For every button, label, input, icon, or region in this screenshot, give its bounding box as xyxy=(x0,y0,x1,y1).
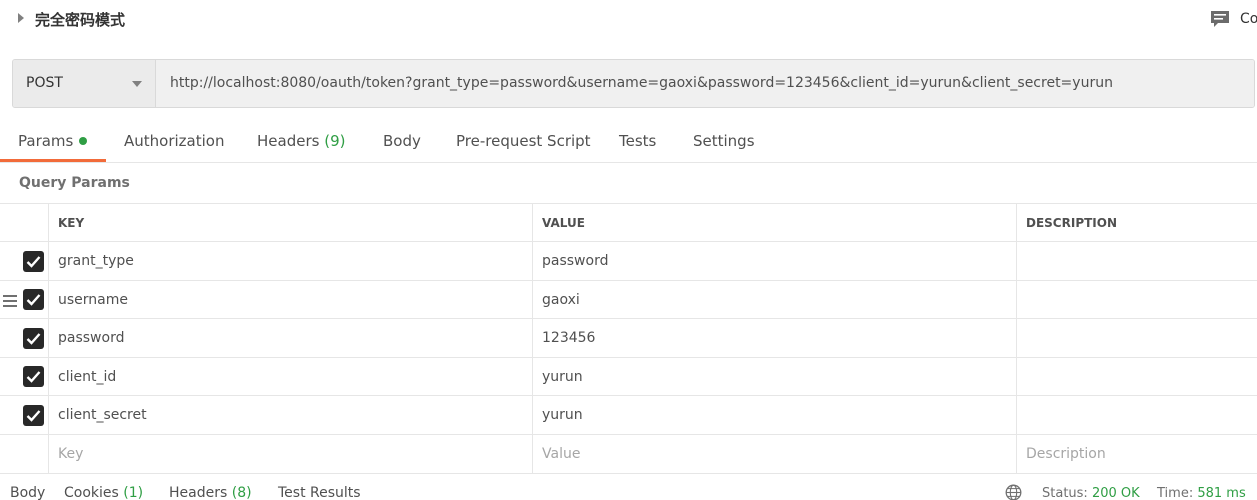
row-checkbox[interactable] xyxy=(23,405,44,426)
tab-label: Body xyxy=(383,132,421,150)
request-url-bar: POST http://localhost:8080/oauth/token?g… xyxy=(12,59,1255,108)
param-value-cell[interactable]: 123456 xyxy=(532,319,1017,357)
time-label: Time: xyxy=(1157,486,1194,500)
param-description-cell[interactable] xyxy=(1016,358,1257,395)
query-params-title: Query Params xyxy=(19,175,130,191)
params-active-dot xyxy=(79,137,88,145)
param-value-cell[interactable]: password xyxy=(532,242,1017,280)
param-key-cell[interactable]: grant_type xyxy=(48,242,533,280)
new-key-input[interactable]: Key xyxy=(48,435,533,473)
tab-label: Authorization xyxy=(124,132,225,150)
tab-label: Pre-request Script xyxy=(456,132,591,150)
tab-body[interactable]: Body xyxy=(383,132,421,150)
tab-label: Test Results xyxy=(278,485,361,500)
tab-label: Tests xyxy=(619,132,657,150)
table-header-row: KEY VALUE DESCRIPTION xyxy=(0,203,1257,241)
param-value-cell[interactable]: gaoxi xyxy=(532,281,1017,318)
drag-handle-icon[interactable] xyxy=(3,295,17,307)
response-tab-body[interactable]: Body xyxy=(10,485,45,500)
checkmark-icon xyxy=(26,410,41,422)
tab-headers[interactable]: Headers (9) xyxy=(257,132,345,150)
param-value-cell[interactable]: yurun xyxy=(532,396,1017,434)
checkmark-icon xyxy=(26,333,41,345)
tab-label: Cookies xyxy=(64,485,119,500)
tab-count: (1) xyxy=(123,485,144,500)
table-row: password 123456 xyxy=(0,318,1257,357)
tab-label: Headers xyxy=(169,485,228,500)
tab-params[interactable]: Params xyxy=(18,132,88,150)
param-key-cell[interactable]: client_secret xyxy=(48,396,533,434)
tab-label: Settings xyxy=(693,132,755,150)
param-key-cell[interactable]: client_id xyxy=(48,358,533,395)
tab-count: (8) xyxy=(231,485,252,500)
comments-label[interactable]: Co xyxy=(1240,11,1257,27)
method-select[interactable]: POST xyxy=(13,60,156,107)
tab-count: (9) xyxy=(324,132,346,150)
column-header-value: VALUE xyxy=(532,204,1017,241)
checkmark-icon xyxy=(26,371,41,383)
param-key-cell[interactable]: username xyxy=(48,281,533,318)
time-value: 581 ms xyxy=(1197,486,1246,500)
column-header-description: DESCRIPTION xyxy=(1016,204,1257,241)
status-label: Status: xyxy=(1042,486,1088,500)
tab-label: Params xyxy=(18,132,74,150)
param-value-cell[interactable]: yurun xyxy=(532,358,1017,395)
param-description-cell[interactable] xyxy=(1016,396,1257,434)
tab-tests[interactable]: Tests xyxy=(619,132,656,150)
caret-right-icon[interactable] xyxy=(18,13,24,23)
request-tabs: Params Authorization Headers (9) Body Pr… xyxy=(0,122,1257,163)
active-tab-indicator xyxy=(0,159,106,162)
table-row: grant_type password xyxy=(0,241,1257,280)
table-row: username gaoxi xyxy=(0,280,1257,318)
request-name[interactable]: 完全密码模式 xyxy=(35,9,125,30)
response-status: Status: 200 OK xyxy=(1042,486,1140,500)
new-description-input[interactable]: Description xyxy=(1016,435,1257,473)
row-checkbox[interactable] xyxy=(23,328,44,349)
param-description-cell[interactable] xyxy=(1016,319,1257,357)
tab-settings[interactable]: Settings xyxy=(693,132,755,150)
checkmark-icon xyxy=(26,294,41,306)
status-value: 200 OK xyxy=(1091,486,1140,500)
table-row: client_id yurun xyxy=(0,357,1257,395)
param-key-cell[interactable]: password xyxy=(48,319,533,357)
url-input[interactable]: http://localhost:8080/oauth/token?grant_… xyxy=(157,60,1254,107)
param-description-cell[interactable] xyxy=(1016,281,1257,318)
tab-label: Headers xyxy=(257,132,320,150)
response-tab-test-results[interactable]: Test Results xyxy=(278,485,361,500)
new-value-input[interactable]: Value xyxy=(532,435,1017,473)
param-description-cell[interactable] xyxy=(1016,242,1257,280)
method-label: POST xyxy=(26,75,63,91)
column-header-key: KEY xyxy=(48,204,533,241)
request-title-bar: 完全密码模式 Co xyxy=(0,0,1257,40)
row-checkbox[interactable] xyxy=(23,251,44,272)
checkmark-icon xyxy=(26,256,41,268)
comments-icon[interactable] xyxy=(1210,10,1230,28)
row-checkbox[interactable] xyxy=(23,289,44,310)
table-row-new: Key Value Description xyxy=(0,434,1257,473)
tab-authorization[interactable]: Authorization xyxy=(124,132,224,150)
response-tab-cookies[interactable]: Cookies (1) xyxy=(64,485,143,500)
tab-label: Body xyxy=(10,485,46,500)
response-tabs: Body Cookies (1) Headers (8) Test Result… xyxy=(0,473,1257,500)
tab-pre-request-script[interactable]: Pre-request Script xyxy=(456,132,591,150)
response-time: Time: 581 ms xyxy=(1157,486,1246,500)
response-tab-headers[interactable]: Headers (8) xyxy=(169,485,252,500)
globe-icon[interactable] xyxy=(1005,484,1022,500)
row-checkbox[interactable] xyxy=(23,366,44,387)
table-row: client_secret yurun xyxy=(0,395,1257,434)
chevron-down-icon xyxy=(132,81,142,87)
